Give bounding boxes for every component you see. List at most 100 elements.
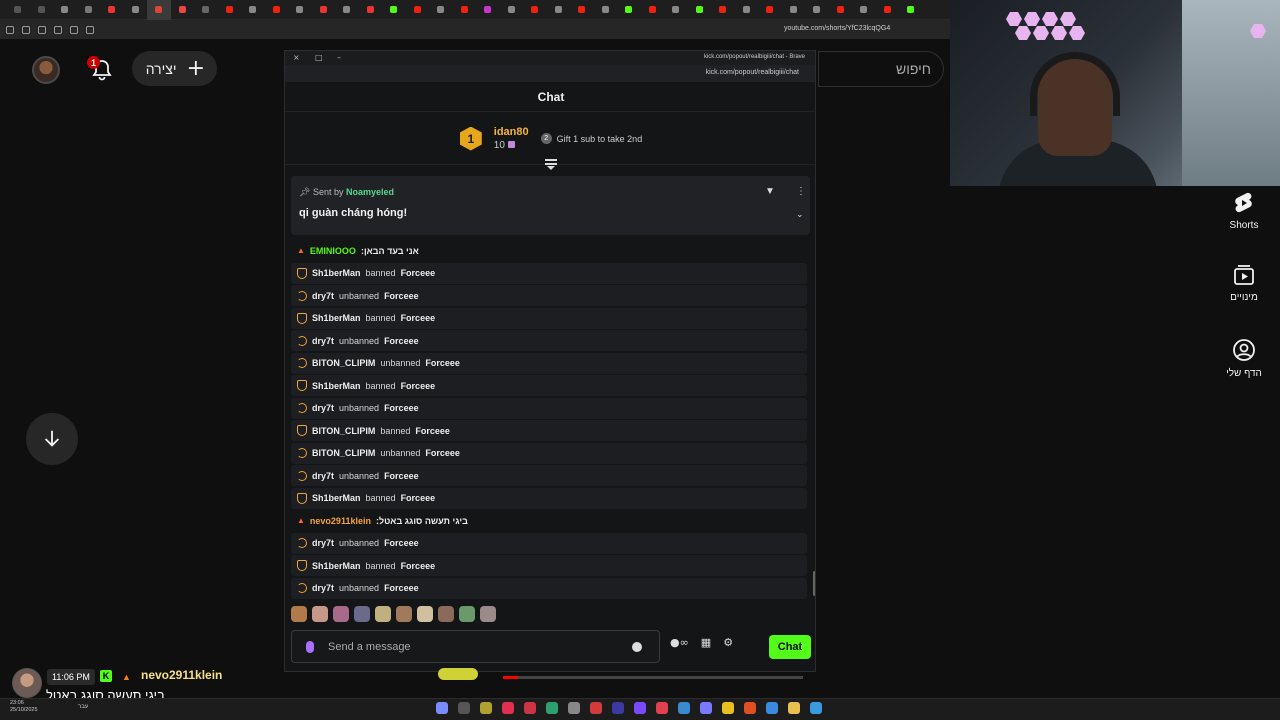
target-user[interactable]: Forceee [384,291,419,301]
emote-icon[interactable] [354,606,370,622]
browser-tab[interactable] [382,0,406,20]
moderator-name[interactable]: dry7t [312,538,334,548]
menu-icon[interactable] [6,25,14,34]
emote-icon[interactable] [375,606,391,622]
chat-username[interactable]: nevo2911klein [310,516,371,526]
browser-tab[interactable] [335,0,359,20]
moderation-event-row[interactable]: Sh1berMan banned Forceee [291,375,807,396]
browser-tab[interactable] [711,0,735,20]
target-user[interactable]: Forceee [401,493,436,503]
taskbar-app-icon[interactable] [788,702,800,714]
browser-tab[interactable] [406,0,430,20]
browser-tab[interactable] [6,0,30,20]
moderator-name[interactable]: Sh1berMan [312,561,361,571]
browser-tab[interactable] [124,0,148,20]
maximize-icon[interactable]: □ [315,53,323,62]
browser-tab[interactable] [265,0,289,20]
browser-tab[interactable] [429,0,453,20]
browser-tab[interactable] [453,0,477,20]
moderation-event-row[interactable]: dry7t unbanned Forceee [291,532,807,554]
browser-tab[interactable] [547,0,571,20]
store-icon[interactable]: ▦ [701,636,711,649]
create-button[interactable]: יצירה + [132,51,217,86]
taskbar-app-icon[interactable] [766,702,778,714]
gear-icon[interactable]: ⚙ [723,636,733,649]
target-user[interactable]: Forceee [384,583,419,593]
target-user[interactable]: Forceee [384,471,419,481]
rail-item-shorts[interactable]: Shorts [1216,192,1272,231]
message-input[interactable] [328,640,618,653]
moderator-name[interactable]: Sh1berMan [312,313,361,323]
emote-icon[interactable] [312,606,328,622]
browser-tab[interactable] [594,0,618,20]
emote-icon[interactable] [480,606,496,622]
taskbar-app-icon[interactable] [458,702,470,714]
browser-tab[interactable] [876,0,900,20]
browser-tab[interactable] [30,0,54,20]
moderation-event-row[interactable]: dry7t unbanned Forceee [291,465,807,486]
chat-scrollbar[interactable] [813,571,815,596]
collapse-leaderboard-icon[interactable] [544,158,558,170]
points-icon[interactable]: ●∞ [670,636,689,649]
browser-tab[interactable] [100,0,124,20]
browser-tab[interactable] [171,0,195,20]
browser-tab[interactable] [359,0,383,20]
taskbar-language[interactable]: עבר [78,704,88,710]
taskbar-app-icon[interactable] [612,702,624,714]
browser-tab[interactable] [476,0,500,20]
pinned-sender[interactable]: Noamyeled [346,187,394,197]
browser-tab[interactable] [852,0,876,20]
chat-username[interactable]: EMINIOOO [310,246,356,256]
tabs-icon[interactable] [38,25,46,34]
taskbar-app-icon[interactable] [744,702,756,714]
popup-url[interactable]: kick.com/popout/realbigiii/chat [706,69,799,76]
moderation-event-row[interactable]: BITON_CLIPIM banned Forceee [291,420,807,441]
browser-tab[interactable] [570,0,594,20]
moderation-event-row[interactable]: Sh1berMan banned Forceee [291,262,807,284]
target-user[interactable]: Forceee [401,313,436,323]
moderator-name[interactable]: BITON_CLIPIM [312,358,375,368]
emote-icon[interactable] [459,606,475,622]
moderator-name[interactable]: dry7t [312,583,334,593]
browser-tab[interactable] [782,0,806,20]
moderation-event-row[interactable]: Sh1berMan banned Forceee [291,487,807,509]
more-options-icon[interactable]: ⋮ [796,186,806,197]
taskbar-app-icon[interactable] [810,702,822,714]
taskbar-app-icon[interactable] [436,702,448,714]
taskbar-app-icon[interactable] [678,702,690,714]
video-progress-bar[interactable] [503,676,803,679]
browser-tab[interactable] [899,0,923,20]
browser-tab[interactable] [500,0,524,20]
emote-icon[interactable] [417,606,433,622]
target-user[interactable]: Forceee [425,358,460,368]
browser-tab[interactable] [664,0,688,20]
minimize-icon[interactable]: – [337,53,341,62]
target-user[interactable]: Forceee [384,403,419,413]
mic-icon[interactable] [306,640,314,653]
moderation-event-row[interactable]: dry7t unbanned Forceee [291,330,807,351]
chat-messages-list[interactable]: ▲ EMINIOOO:אני בעד הבאן Sh1berMan banned For… [285,240,815,599]
moderation-event-row[interactable]: BITON_CLIPIM unbanned Forceee [291,442,807,464]
browser-tab[interactable] [829,0,853,20]
browser-tab[interactable] [523,0,547,20]
target-user[interactable]: Forceee [384,336,419,346]
browser-tab[interactable] [288,0,312,20]
rail-item-you[interactable]: הדף שלי [1216,338,1272,379]
leader-username[interactable]: idan80 [494,126,529,138]
moderator-name[interactable]: dry7t [312,403,334,413]
address-bar-url[interactable]: youtube.com/shorts/YfC23lcqQG4 [784,25,890,32]
browser-tab[interactable] [218,0,242,20]
gift-prompt[interactable]: 2 Gift 1 sub to take 2nd [540,133,642,144]
browser-tab[interactable] [641,0,665,20]
target-user[interactable]: Forceee [425,448,460,458]
moderation-event-row[interactable]: dry7t unbanned Forceee [291,285,807,306]
moderator-name[interactable]: BITON_CLIPIM [312,448,375,458]
taskbar-app-icon[interactable] [700,702,712,714]
chat-message-row[interactable]: ▲ nevo2911klein:ביגי תעשה סוגג באטל [291,510,807,531]
moderator-name[interactable]: BITON_CLIPIM [312,426,375,436]
taskbar-app-icon[interactable] [502,702,514,714]
browser-tab[interactable] [312,0,336,20]
browser-tab[interactable] [241,0,265,20]
browser-tab[interactable] [805,0,829,20]
moderator-name[interactable]: dry7t [312,291,334,301]
